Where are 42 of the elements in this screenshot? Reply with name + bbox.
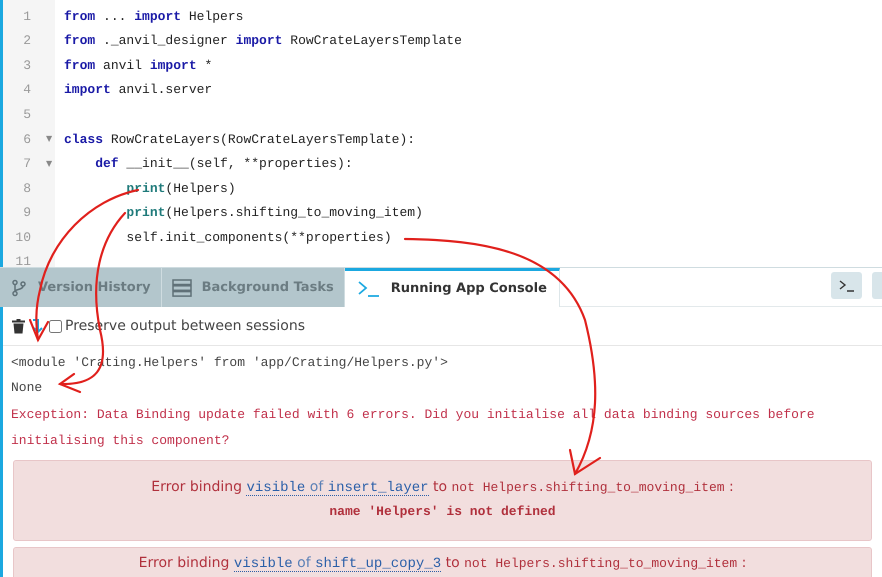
line-number: 9 — [22, 204, 31, 222]
line-number: 3 — [22, 56, 31, 75]
binding-expression: not Helpers.shifting_to_moving_item — [452, 480, 725, 495]
binding-expression: not Helpers.shifting_to_moving_item — [464, 556, 738, 571]
error-to: to — [432, 479, 448, 495]
line-number: 10 — [14, 228, 31, 247]
code-line: def __init__(self, **properties): — [94, 155, 353, 174]
terminal-icon — [356, 280, 381, 298]
code-line: from ... import Helpers — [64, 8, 244, 26]
line-number: 8 — [22, 180, 31, 198]
panel-tab[interactable]: Running App Console — [344, 268, 560, 307]
code-line: class RowCrateLayers(RowCrateLayersTemplate): — [64, 130, 416, 149]
terminal-icon — [838, 280, 854, 292]
line-number: 7 — [22, 155, 31, 174]
line-number: 4 — [22, 81, 31, 100]
line-number: 1 — [22, 8, 31, 26]
error-prefix: Error binding — [151, 479, 244, 495]
line-number: 11 — [14, 253, 31, 267]
line-number: 6 — [22, 130, 31, 149]
line-number: 5 — [22, 106, 31, 124]
code-line: from ._anvil_designer import RowCrateLayersTemplate — [64, 32, 462, 50]
binding-link[interactable]: visible of shift_up_copy_3 — [234, 555, 442, 572]
code-line: import anvil.server — [64, 81, 212, 100]
error-prefix: Error binding — [138, 555, 230, 571]
binding-link[interactable]: visible of insert_layer — [246, 479, 429, 496]
error-colon: : — [740, 555, 746, 571]
error-to: to — [444, 555, 461, 571]
line-number: 2 — [22, 32, 31, 50]
console-button[interactable] — [831, 272, 862, 299]
preserve-checkbox[interactable] — [49, 320, 62, 332]
code-line: self.init_components(**properties) — [125, 228, 392, 247]
error-message: name 'Helpers' is not defined — [328, 503, 557, 521]
server-icon — [172, 278, 192, 296]
code-line: print(Helpers.shifting_to_moving_item) — [125, 204, 423, 222]
fold-toggle[interactable]: ▼ — [46, 158, 52, 170]
trash-icon[interactable] — [12, 318, 25, 334]
code-line: from anvil import * — [64, 56, 212, 75]
branch-icon — [10, 278, 28, 296]
error-colon: : — [728, 479, 734, 495]
down-arrow-icon[interactable] — [31, 318, 43, 334]
console-output-line: None — [10, 379, 44, 397]
fold-toggle[interactable]: ▼ — [46, 133, 52, 146]
